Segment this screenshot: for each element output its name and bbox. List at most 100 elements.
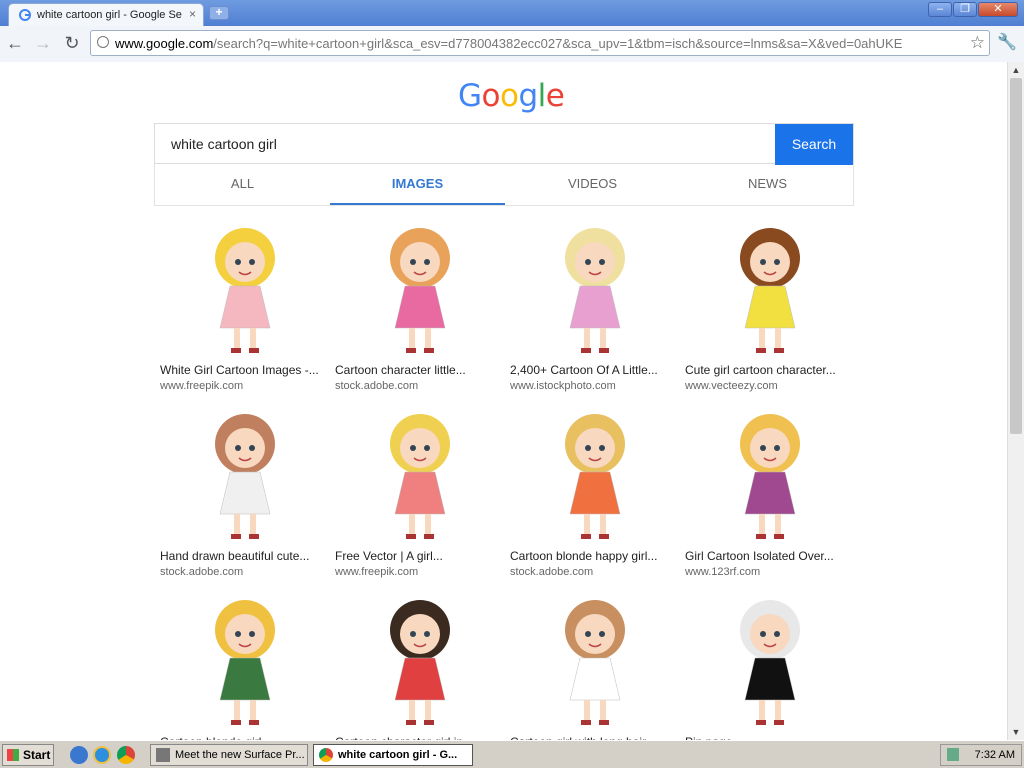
- result-source[interactable]: www.123rf.com: [685, 566, 760, 578]
- address-bar[interactable]: www.google.com/search?q=white+cartoon+gi…: [90, 30, 990, 56]
- result-thumbnail[interactable]: [200, 218, 290, 358]
- eye-left: [410, 259, 416, 265]
- shoe-right: [599, 720, 609, 725]
- taskbar-item-chrome[interactable]: white cartoon girl - G...: [313, 744, 473, 766]
- image-result[interactable]: Cartoon character little... stock.adobe.c…: [335, 218, 500, 398]
- reload-icon[interactable]: ↻: [61, 32, 83, 54]
- image-result[interactable]: Cartoon blonde happy girl... stock.adobe.…: [510, 404, 675, 584]
- result-source[interactable]: stock.adobe.com: [160, 566, 243, 578]
- show-desktop-icon[interactable]: [70, 746, 88, 764]
- forward-icon[interactable]: →: [32, 32, 54, 54]
- image-result[interactable]: Cartoon character girl in...: [335, 590, 500, 740]
- vertical-scrollbar[interactable]: ▲ ▼: [1007, 62, 1024, 740]
- leg-right: [600, 328, 606, 350]
- result-source[interactable]: www.vecteezy.com: [685, 380, 778, 392]
- face-shape: [400, 242, 440, 282]
- result-source[interactable]: stock.adobe.com: [510, 566, 593, 578]
- result-source[interactable]: stock.adobe.com: [335, 380, 418, 392]
- result-thumbnail[interactable]: [550, 590, 640, 730]
- result-title[interactable]: Cartoon blonde happy girl...: [510, 549, 675, 563]
- shoe-left: [756, 348, 766, 353]
- close-window-button[interactable]: ✕: [978, 2, 1018, 17]
- shoe-left: [756, 720, 766, 725]
- page-content: Google Search ALL IMAGES VIDEOS NEWS Whi…: [0, 62, 1007, 740]
- browser-tab[interactable]: white cartoon girl - Google Se ×: [8, 3, 204, 26]
- eye-left: [410, 631, 416, 637]
- result-source[interactable]: www.freepik.com: [335, 566, 418, 578]
- result-title[interactable]: Hand drawn beautiful cute...: [160, 549, 325, 563]
- image-result[interactable]: Cartoon girl with long hair...: [510, 590, 675, 740]
- tab-all[interactable]: ALL: [155, 164, 330, 205]
- image-result[interactable]: Girl Cartoon Isolated Over... www.123rf.c…: [685, 404, 850, 584]
- result-thumbnail[interactable]: [550, 218, 640, 358]
- image-result[interactable]: Hand drawn beautiful cute... stock.adobe.…: [160, 404, 325, 584]
- scroll-up-icon[interactable]: ▲: [1008, 62, 1024, 78]
- face-shape: [575, 428, 615, 468]
- result-thumbnail[interactable]: [375, 218, 465, 358]
- logo-letter: o: [481, 78, 501, 114]
- start-button[interactable]: Start: [2, 744, 54, 766]
- result-title[interactable]: 2,400+ Cartoon Of A Little...: [510, 363, 675, 377]
- new-tab-button[interactable]: +: [209, 6, 229, 20]
- search-input[interactable]: [171, 136, 751, 152]
- tab-images[interactable]: IMAGES: [330, 164, 505, 205]
- leg-left: [409, 328, 415, 350]
- face-shape: [750, 428, 790, 468]
- body-shape: [219, 285, 271, 329]
- body-shape: [219, 471, 271, 515]
- result-thumbnail[interactable]: [375, 404, 465, 544]
- taskbar-item-surface[interactable]: Meet the new Surface Pr...: [150, 744, 308, 766]
- scroll-down-icon[interactable]: ▼: [1008, 724, 1024, 740]
- network-icon[interactable]: [947, 748, 959, 761]
- eye-left: [585, 631, 591, 637]
- chrome-icon[interactable]: [117, 746, 135, 764]
- result-title[interactable]: Girl Cartoon Isolated Over...: [685, 549, 850, 563]
- wrench-menu-icon[interactable]: 🔧: [996, 32, 1018, 54]
- body-shape: [394, 657, 446, 701]
- internet-explorer-icon[interactable]: [93, 746, 111, 764]
- eye-right: [249, 445, 255, 451]
- tab-news[interactable]: NEWS: [680, 164, 855, 205]
- result-title[interactable]: Free Vector | A girl...: [335, 549, 500, 563]
- leg-right: [600, 514, 606, 536]
- google-logo[interactable]: Google: [458, 78, 565, 114]
- result-thumbnail[interactable]: [375, 590, 465, 730]
- tab-close-icon[interactable]: ×: [189, 7, 196, 21]
- page-icon: [97, 36, 109, 48]
- result-source[interactable]: www.istockphoto.com: [510, 380, 616, 392]
- result-thumbnail[interactable]: [200, 590, 290, 730]
- leg-left: [759, 328, 765, 350]
- eye-left: [235, 445, 241, 451]
- shoe-right: [424, 720, 434, 725]
- bookmark-star-icon[interactable]: ☆: [970, 33, 985, 53]
- eye-right: [599, 259, 605, 265]
- result-thumbnail[interactable]: [725, 590, 815, 730]
- result-title[interactable]: Cute girl cartoon character...: [685, 363, 850, 377]
- image-result[interactable]: Pin page: [685, 590, 850, 740]
- tab-videos[interactable]: VIDEOS: [505, 164, 680, 205]
- leg-left: [409, 700, 415, 722]
- result-thumbnail[interactable]: [550, 404, 640, 544]
- result-source[interactable]: www.freepik.com: [160, 380, 243, 392]
- taskbar-item-label: white cartoon girl - G...: [338, 749, 458, 761]
- restore-button[interactable]: ❐: [953, 2, 977, 17]
- result-title[interactable]: White Girl Cartoon Images -...: [160, 363, 325, 377]
- browser-toolbar: ← → ↻ www.google.com/search?q=white+cart…: [0, 26, 1024, 63]
- leg-left: [759, 514, 765, 536]
- image-result[interactable]: 2,400+ Cartoon Of A Little... www.istockp…: [510, 218, 675, 398]
- back-icon[interactable]: ←: [4, 32, 26, 54]
- eye-right: [774, 259, 780, 265]
- search-button[interactable]: Search: [775, 124, 853, 165]
- result-thumbnail[interactable]: [200, 404, 290, 544]
- leg-right: [775, 514, 781, 536]
- scrollbar-thumb[interactable]: [1010, 78, 1022, 434]
- minimize-button[interactable]: ‒: [928, 2, 952, 17]
- result-title[interactable]: Cartoon character little...: [335, 363, 500, 377]
- result-thumbnail[interactable]: [725, 218, 815, 358]
- image-result[interactable]: White Girl Cartoon Images -... www.freepi…: [160, 218, 325, 398]
- result-thumbnail[interactable]: [725, 404, 815, 544]
- image-result[interactable]: Cartoon blonde girl...: [160, 590, 325, 740]
- leg-left: [759, 700, 765, 722]
- image-result[interactable]: Cute girl cartoon character... www.vectee…: [685, 218, 850, 398]
- image-result[interactable]: Free Vector | A girl... www.freepik.com: [335, 404, 500, 584]
